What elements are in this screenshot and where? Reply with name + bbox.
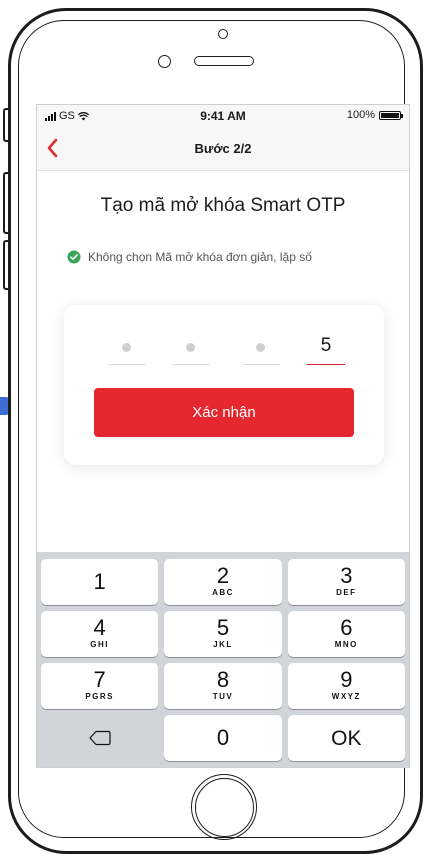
- key-number: 5: [216, 615, 230, 640]
- pin-rule-text: Không chọn Mã mở khóa đơn giản, lặp số: [88, 250, 312, 264]
- battery-icon: [379, 110, 403, 120]
- step-title: Bước 2/2: [194, 141, 252, 156]
- pin-dot: [186, 343, 195, 352]
- pin-underline: [242, 364, 280, 365]
- key-number: 6: [340, 615, 353, 640]
- numeric-keypad: 1 2 ABC 3 DEF 4 GHI 5 JKL 6 MNO 7 PGRS 8 TUV 9W…: [37, 552, 409, 767]
- pin-slot-2[interactable]: [172, 331, 210, 365]
- key-number: 3: [340, 563, 353, 588]
- key-8[interactable]: 8 TUV: [164, 663, 282, 709]
- check-circle-icon: [67, 250, 81, 264]
- pin-slot-3[interactable]: [242, 331, 280, 365]
- key-5[interactable]: 5 JKL: [164, 611, 282, 657]
- backspace-icon: [89, 730, 111, 746]
- delete-key[interactable]: [41, 715, 158, 761]
- key-number: 7: [93, 667, 106, 692]
- key-1[interactable]: 1: [41, 559, 159, 605]
- ok-label: OK: [331, 727, 362, 750]
- key-letters: MNO: [334, 640, 358, 649]
- key-number: 8: [216, 667, 230, 692]
- pin-underline: [108, 364, 146, 365]
- battery-percent: 100%: [346, 109, 375, 121]
- key-number: 9: [340, 667, 353, 692]
- key-3[interactable]: 3 DEF: [287, 559, 405, 605]
- keypad-row: 0 OK: [41, 715, 405, 761]
- pin-digit: 5: [320, 335, 332, 356]
- home-button[interactable]: [191, 774, 257, 840]
- key-number: 4: [93, 615, 106, 640]
- status-right: 100%: [346, 109, 403, 121]
- pin-rule: Không chọn Mã mở khóa đơn giản, lặp số: [67, 250, 312, 264]
- ok-key[interactable]: OK: [287, 715, 405, 761]
- front-camera-icon: [218, 29, 228, 39]
- pin-slot-4[interactable]: 5: [307, 331, 345, 365]
- key-number: 1: [93, 569, 106, 594]
- earpiece-speaker-icon: [194, 56, 254, 66]
- key-letters: WXYZ: [331, 692, 361, 701]
- key-letters: ABC: [212, 588, 234, 597]
- pin-underline: [172, 364, 210, 365]
- key-letters: DEF: [336, 588, 357, 597]
- keypad-row: 7 PGRS 8 TUV 9 WXYZ: [41, 663, 405, 709]
- keypad-row: 4 GHI 5 JKL 6 MNO: [41, 611, 405, 657]
- key-4[interactable]: 4 GHI: [41, 611, 159, 657]
- key-letters: GHI: [90, 640, 110, 649]
- key-number: 2: [216, 563, 230, 588]
- key-number: 0: [216, 725, 230, 750]
- pin-slot-1[interactable]: [108, 331, 146, 365]
- key-letters: PGRS: [85, 692, 114, 701]
- page-title: Tạo mã mở khóa Smart OTP: [100, 195, 346, 216]
- pin-dot: [256, 343, 265, 352]
- pin-dot: [122, 343, 131, 352]
- pin-entry-card: 5 Xác nhận: [64, 305, 384, 465]
- key-9[interactable]: 9 WXYZ: [287, 663, 405, 709]
- key-0[interactable]: 0: [164, 715, 282, 761]
- key-7[interactable]: 7 PGRS: [41, 663, 159, 709]
- proximity-sensor-icon: [158, 55, 171, 68]
- key-letters: TUV: [212, 692, 234, 701]
- navigation-bar: Bước 2/2: [37, 127, 409, 171]
- confirm-button[interactable]: Xác nhận: [94, 388, 354, 437]
- status-bar: GS 9:41 AM 100%: [37, 105, 409, 127]
- key-2[interactable]: 2 ABC: [164, 559, 282, 605]
- key-letters: JKL: [213, 640, 233, 649]
- pin-underline: [307, 363, 345, 365]
- keypad-row: 1 2 ABC 3 DEF: [41, 559, 405, 605]
- key-6[interactable]: 6 MNO: [287, 611, 405, 657]
- phone-screen: GS 9:41 AM 100% Bước 2/2 Tạo mã mở khóa …: [36, 104, 410, 768]
